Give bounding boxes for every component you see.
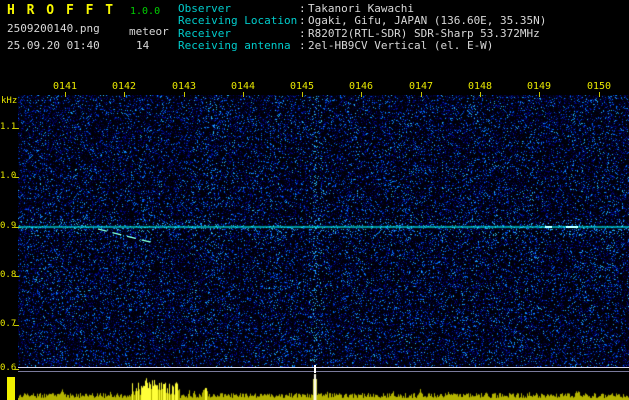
time-label: 0148 xyxy=(460,81,500,92)
signal-overlay xyxy=(18,95,629,367)
freq-tick xyxy=(14,227,19,228)
station-info: Observer : Takanori Kawachi Receiving Lo… xyxy=(178,3,546,53)
info-value: Ogaki, Gifu, JAPAN (136.60E, 35.35N) xyxy=(308,15,546,27)
level-scale-bar xyxy=(7,377,15,400)
info-label: Receiving Location xyxy=(178,15,299,27)
time-label: 0144 xyxy=(223,81,263,92)
freq-label: 1.0 xyxy=(0,171,15,181)
header: H R O F F T 1.0.0 2509200140.png meteor … xyxy=(0,0,629,78)
time-label: 0150 xyxy=(579,81,619,92)
timestamp: 25.09.20 01:40 xyxy=(7,39,100,52)
freq-label: 0.9 xyxy=(0,221,15,231)
time-tick xyxy=(421,92,422,97)
strip-separator-top xyxy=(18,367,629,368)
app-title: H R O F F T xyxy=(7,3,115,18)
output-filename: 2509200140.png xyxy=(7,22,100,35)
info-colon: : xyxy=(299,15,308,27)
freq-label: 1.1 xyxy=(0,122,15,132)
freq-tick xyxy=(14,128,19,129)
time-label: 0142 xyxy=(104,81,144,92)
time-tick xyxy=(361,92,362,97)
time-label: 0147 xyxy=(401,81,441,92)
time-tick xyxy=(539,92,540,97)
time-label: 0141 xyxy=(45,81,85,92)
time-tick xyxy=(65,92,66,97)
freq-label: 0.6 xyxy=(0,363,15,373)
time-label: 0145 xyxy=(282,81,322,92)
freq-label: 0.7 xyxy=(0,319,15,329)
time-tick xyxy=(184,92,185,97)
info-row-location: Receiving Location : Ogaki, Gifu, JAPAN … xyxy=(178,15,546,27)
time-label: 0149 xyxy=(519,81,559,92)
strip-separator-bottom xyxy=(18,371,629,372)
info-value: 2el-HB9CV Vertical (el. E-W) xyxy=(308,40,493,52)
time-tick xyxy=(302,92,303,97)
mode-label: meteor xyxy=(129,25,169,38)
freq-label: 0.8 xyxy=(0,270,15,280)
meteor-echo-trace xyxy=(98,229,154,243)
ping-spike xyxy=(314,365,316,373)
time-tick xyxy=(124,92,125,97)
freq-tick xyxy=(14,177,19,178)
time-tick xyxy=(480,92,481,97)
freq-tick xyxy=(14,325,19,326)
time-label: 0143 xyxy=(164,81,204,92)
time-tick xyxy=(243,92,244,97)
time-tick xyxy=(599,92,600,97)
echo-count: 14 xyxy=(136,39,149,52)
hrofft-window: H R O F F T 1.0.0 2509200140.png meteor … xyxy=(0,0,629,400)
info-colon: : xyxy=(299,40,308,52)
freq-tick xyxy=(14,369,19,370)
freq-tick xyxy=(14,276,19,277)
signal-level-strip xyxy=(18,373,629,400)
time-label: 0146 xyxy=(341,81,381,92)
info-label: Receiving antenna xyxy=(178,40,299,52)
info-row-antenna: Receiving antenna : 2el-HB9CV Vertical (… xyxy=(178,40,546,52)
app-version: 1.0.0 xyxy=(130,6,160,17)
freq-unit-label: kHz xyxy=(1,96,17,106)
